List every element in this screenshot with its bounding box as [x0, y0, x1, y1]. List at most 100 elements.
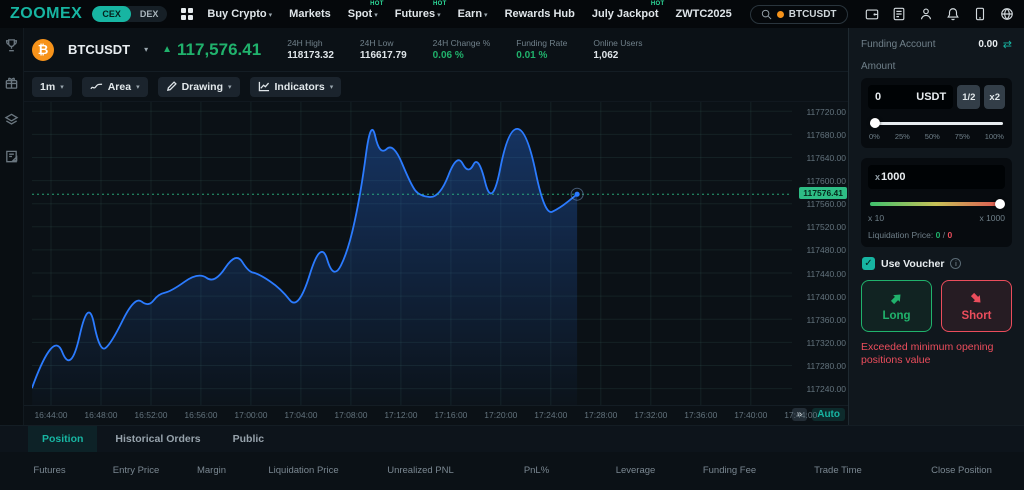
positions-table-header: Futures Entry Price Margin Liquidation P…	[0, 458, 1024, 482]
layers-icon[interactable]	[4, 112, 19, 127]
leverage-input[interactable]: x1000	[868, 165, 1005, 189]
nav-item-july-jackpot[interactable]: HOT July Jackpot	[592, 1, 664, 20]
tab-public[interactable]: Public	[219, 426, 279, 452]
notes-icon[interactable]	[4, 149, 19, 164]
globe-icon[interactable]	[1000, 7, 1014, 21]
time-tick-label: 16:56:00	[184, 410, 218, 420]
symbol-dropdown-caret-icon[interactable]: ▾	[144, 45, 148, 54]
nav-item-buy-crypto[interactable]: Buy Crypto ▾	[207, 8, 272, 20]
nav-item-markets[interactable]: Markets	[289, 8, 331, 20]
apps-grid-icon[interactable]	[181, 8, 194, 20]
hot-badge: HOT	[370, 1, 384, 7]
x2-button[interactable]: x2	[984, 85, 1005, 109]
amount-slider-handle[interactable]	[870, 118, 880, 128]
drawing-button[interactable]: Drawing ▾	[157, 76, 240, 97]
chevron-down-icon: ▾	[268, 12, 273, 19]
left-rail	[0, 28, 24, 425]
price-chart[interactable]: 117240.00 117280.00 117320.00 117360.00 1174…	[24, 102, 848, 405]
liquidation-price: Liquidation Price: 0 / 0	[868, 230, 953, 240]
indicators-button[interactable]: Indicators ▾	[249, 76, 342, 97]
time-tick-label: 17:08:00	[334, 410, 368, 420]
pct-25[interactable]: 25%	[895, 132, 910, 141]
amount-box: 0 USDT 1/2 x2 0% 25% 50% 75% 100%	[861, 78, 1012, 148]
use-voucher-checkbox[interactable]: ✓	[862, 257, 875, 270]
cex-toggle[interactable]: CEX	[92, 6, 131, 22]
time-tick-label: 16:44:00	[34, 410, 68, 420]
price-scale[interactable]: 117240.00 117280.00 117320.00 117360.00 1174…	[792, 102, 848, 405]
price-tick-label: 117400.00	[806, 291, 846, 302]
stat-24h-high: 24H High 118173.32	[287, 38, 334, 61]
device-icon[interactable]	[973, 7, 987, 21]
nav-item-zwtc2025[interactable]: ZWTC2025	[676, 8, 732, 20]
time-tick-label: 17:44:00	[784, 410, 818, 420]
info-icon[interactable]: i	[950, 258, 962, 269]
pct-75[interactable]: 75%	[955, 132, 970, 141]
transfer-icon[interactable]: ⇄	[1003, 38, 1012, 51]
time-tick-label: 17:40:00	[734, 410, 768, 420]
col-leverage: Leverage	[615, 464, 656, 476]
nav-item-spot[interactable]: HOT Spot ▾	[348, 1, 384, 20]
gift-icon[interactable]	[4, 75, 19, 90]
hot-badge: HOT	[650, 1, 665, 7]
time-tick-label: 17:28:00	[584, 410, 618, 420]
trophy-icon[interactable]	[4, 38, 19, 53]
zoomex-logo: ZOOMEX	[10, 5, 83, 22]
btc-coin-icon: ₿	[32, 38, 54, 61]
search-input[interactable]: BTCUSDT	[749, 4, 848, 24]
chevron-down-icon: ▾	[136, 83, 140, 91]
nav-item-futures[interactable]: HOT Futures ▾	[395, 1, 447, 20]
up-arrow-icon: ▲	[162, 44, 173, 55]
price-tick-label: 117320.00	[806, 337, 846, 348]
col-margin: Margin	[196, 464, 227, 476]
dex-toggle[interactable]: DEX	[131, 6, 168, 22]
col-liquidation-price: Liquidation Price	[268, 464, 339, 476]
col-pnl-pct: PnL%	[523, 464, 550, 476]
orders-icon[interactable]	[892, 7, 906, 21]
price-tick-label: 117280.00	[806, 360, 846, 371]
arrow-down-right-icon	[970, 292, 981, 302]
pct-100[interactable]: 100%	[985, 132, 1004, 141]
amount-input[interactable]: 0 USDT	[868, 85, 954, 109]
pct-0[interactable]: 0%	[869, 132, 880, 141]
short-button[interactable]: Short	[941, 280, 1012, 332]
use-voucher-label: Use Voucher	[881, 257, 945, 270]
cex-dex-toggle[interactable]: CEX DEX	[92, 6, 168, 22]
interval-button[interactable]: 1m ▾	[32, 76, 72, 97]
currency-label: USDT	[916, 91, 947, 103]
current-price-badge: 117576.41	[799, 187, 847, 200]
nav-item-earn[interactable]: Earn ▾	[458, 8, 488, 20]
funding-account-value: 0.00	[978, 39, 998, 50]
area-chart-icon	[90, 83, 102, 89]
amount-slider[interactable]	[870, 118, 1003, 128]
bell-icon[interactable]	[946, 7, 960, 21]
time-tick-label: 17:32:00	[634, 410, 668, 420]
chevron-down-icon: ▾	[228, 83, 232, 91]
col-close-position: Close Position	[931, 464, 992, 476]
leverage-value: 1000	[881, 171, 906, 183]
chart-toolbar: 1m ▾ Area ▾ Drawing ▾ Indicators ▾	[24, 72, 848, 102]
leverage-slider-handle[interactable]	[995, 199, 1005, 209]
stat-24h-change: 24H Change % 0.06 %	[432, 38, 491, 61]
col-entry-price: Entry Price	[112, 464, 160, 476]
tab-historical-orders[interactable]: Historical Orders	[101, 426, 214, 452]
chart-svg[interactable]	[32, 102, 792, 405]
price-tick-label: 117480.00	[806, 245, 846, 256]
wallet-icon[interactable]	[865, 7, 879, 21]
price-tick-label: 117640.00	[806, 152, 846, 163]
chevron-down-icon: ▾	[60, 83, 64, 91]
search-icon	[761, 9, 772, 19]
leverage-slider[interactable]	[870, 199, 1005, 209]
chart-type-button[interactable]: Area ▾	[81, 76, 148, 97]
long-button[interactable]: Long	[861, 280, 932, 332]
user-icon[interactable]	[919, 7, 933, 21]
tab-position[interactable]: Position	[28, 426, 98, 452]
nav-item-rewards-hub[interactable]: Rewards Hub	[505, 8, 575, 20]
chevron-down-icon: ▾	[437, 12, 441, 19]
time-axis[interactable]: » Auto 16:44:00 16:48:00 16:52:00 16:56:00 1…	[24, 405, 848, 425]
arrow-up-right-icon	[890, 294, 901, 304]
btc-dot-icon	[776, 10, 784, 18]
pct-50[interactable]: 50%	[925, 132, 940, 141]
amount-value: 0	[875, 91, 882, 103]
time-tick-label: 16:48:00	[84, 410, 118, 420]
half-button[interactable]: 1/2	[957, 85, 981, 109]
